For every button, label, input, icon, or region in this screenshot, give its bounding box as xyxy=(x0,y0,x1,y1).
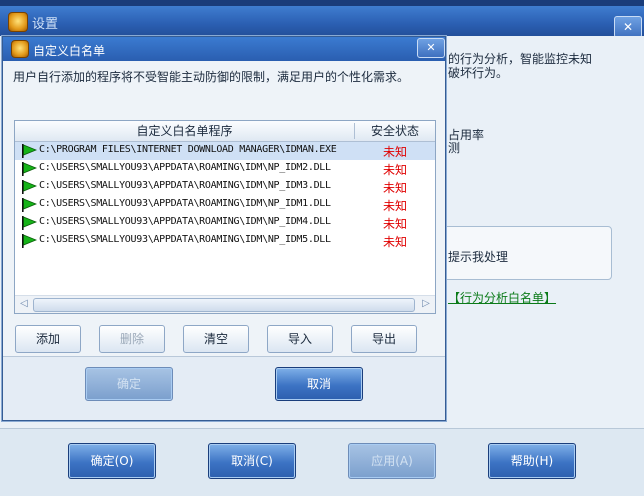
settings-title: 设置 xyxy=(32,17,59,32)
settings-ok-button[interactable]: 确定(O) xyxy=(68,443,156,479)
table-row[interactable]: C:\USERS\SMALLYOU93\APPDATA\ROAMING\IDM\… xyxy=(15,160,435,178)
prompt-option-label[interactable]: 提示我处理 xyxy=(448,248,508,265)
settings-desc-line2: 破坏行为。 xyxy=(448,66,509,80)
settings-desc-line4: 测 xyxy=(448,141,461,155)
security-status: 未知 xyxy=(382,181,407,195)
scroll-left-icon[interactable]: ◁ xyxy=(17,297,31,311)
program-path: C:\USERS\SMALLYOU93\APPDATA\ROAMING\IDM\… xyxy=(39,234,331,245)
horizontal-scrollbar[interactable]: ◁ ▷ xyxy=(15,295,435,313)
whitelist-table[interactable]: 自定义白名单程序 安全状态 C:\PROGRAM FILES\INTERNET … xyxy=(14,120,436,314)
green-flag-icon xyxy=(22,162,37,176)
settings-apply-button[interactable]: 应用(A) xyxy=(348,443,436,479)
program-path: C:\USERS\SMALLYOU93\APPDATA\ROAMING\IDM\… xyxy=(39,198,331,209)
dialog-footer xyxy=(3,357,445,420)
column-program[interactable]: 自定义白名单程序 xyxy=(15,121,354,141)
table-row[interactable]: C:\PROGRAM FILES\INTERNET DOWNLOAD MANAG… xyxy=(15,142,435,160)
custom-whitelist-dialog: 自定义白名单 ✕ 用户自行添加的程序将不受智能主动防御的限制，满足用户的个性化需… xyxy=(2,36,446,421)
dialog-shield-icon xyxy=(11,40,29,58)
program-path: C:\USERS\SMALLYOU93\APPDATA\ROAMING\IDM\… xyxy=(39,216,331,227)
delete-button[interactable]: 删除 xyxy=(99,325,165,353)
column-status[interactable]: 安全状态 xyxy=(355,121,435,141)
table-row[interactable]: C:\USERS\SMALLYOU93\APPDATA\ROAMING\IDM\… xyxy=(15,178,435,196)
settings-close-button[interactable]: ✕ xyxy=(614,16,642,38)
green-flag-icon xyxy=(22,234,37,248)
green-flag-icon xyxy=(22,216,37,230)
app-shield-icon xyxy=(8,12,28,32)
green-flag-icon xyxy=(22,144,37,158)
clear-button[interactable]: 清空 xyxy=(183,325,249,353)
security-status: 未知 xyxy=(382,217,407,231)
dialog-title: 自定义白名单 xyxy=(33,44,106,58)
import-button[interactable]: 导入 xyxy=(267,325,333,353)
green-flag-icon xyxy=(22,180,37,194)
security-status: 未知 xyxy=(382,199,407,213)
dialog-title-bar: 自定义白名单 ✕ xyxy=(3,37,445,61)
settings-title-bar: 设置 ✕ xyxy=(0,6,644,38)
export-button[interactable]: 导出 xyxy=(351,325,417,353)
behavior-whitelist-link[interactable]: 【行为分析白名单】 xyxy=(448,289,556,306)
dialog-close-button[interactable]: ✕ xyxy=(417,38,445,58)
program-path: C:\USERS\SMALLYOU93\APPDATA\ROAMING\IDM\… xyxy=(39,162,331,173)
scroll-right-icon[interactable]: ▷ xyxy=(419,297,433,311)
program-path: C:\PROGRAM FILES\INTERNET DOWNLOAD MANAG… xyxy=(39,144,337,155)
table-row[interactable]: C:\USERS\SMALLYOU93\APPDATA\ROAMING\IDM\… xyxy=(15,232,435,250)
table-row[interactable]: C:\USERS\SMALLYOU93\APPDATA\ROAMING\IDM\… xyxy=(15,196,435,214)
settings-help-button[interactable]: 帮助(H) xyxy=(488,443,576,479)
scroll-thumb[interactable] xyxy=(33,298,415,312)
security-status: 未知 xyxy=(382,145,407,159)
green-flag-icon xyxy=(22,198,37,212)
dialog-ok-button[interactable]: 确定 xyxy=(85,367,173,401)
add-button[interactable]: 添加 xyxy=(15,325,81,353)
settings-cancel-button[interactable]: 取消(C) xyxy=(208,443,296,479)
dialog-cancel-button[interactable]: 取消 xyxy=(275,367,363,401)
security-status: 未知 xyxy=(382,235,407,249)
table-row[interactable]: C:\USERS\SMALLYOU93\APPDATA\ROAMING\IDM\… xyxy=(15,214,435,232)
dialog-description: 用户自行添加的程序将不受智能主动防御的限制，满足用户的个性化需求。 xyxy=(13,70,410,84)
security-status: 未知 xyxy=(382,163,407,177)
program-path: C:\USERS\SMALLYOU93\APPDATA\ROAMING\IDM\… xyxy=(39,180,331,191)
whitelist-table-header: 自定义白名单程序 安全状态 xyxy=(15,121,435,142)
